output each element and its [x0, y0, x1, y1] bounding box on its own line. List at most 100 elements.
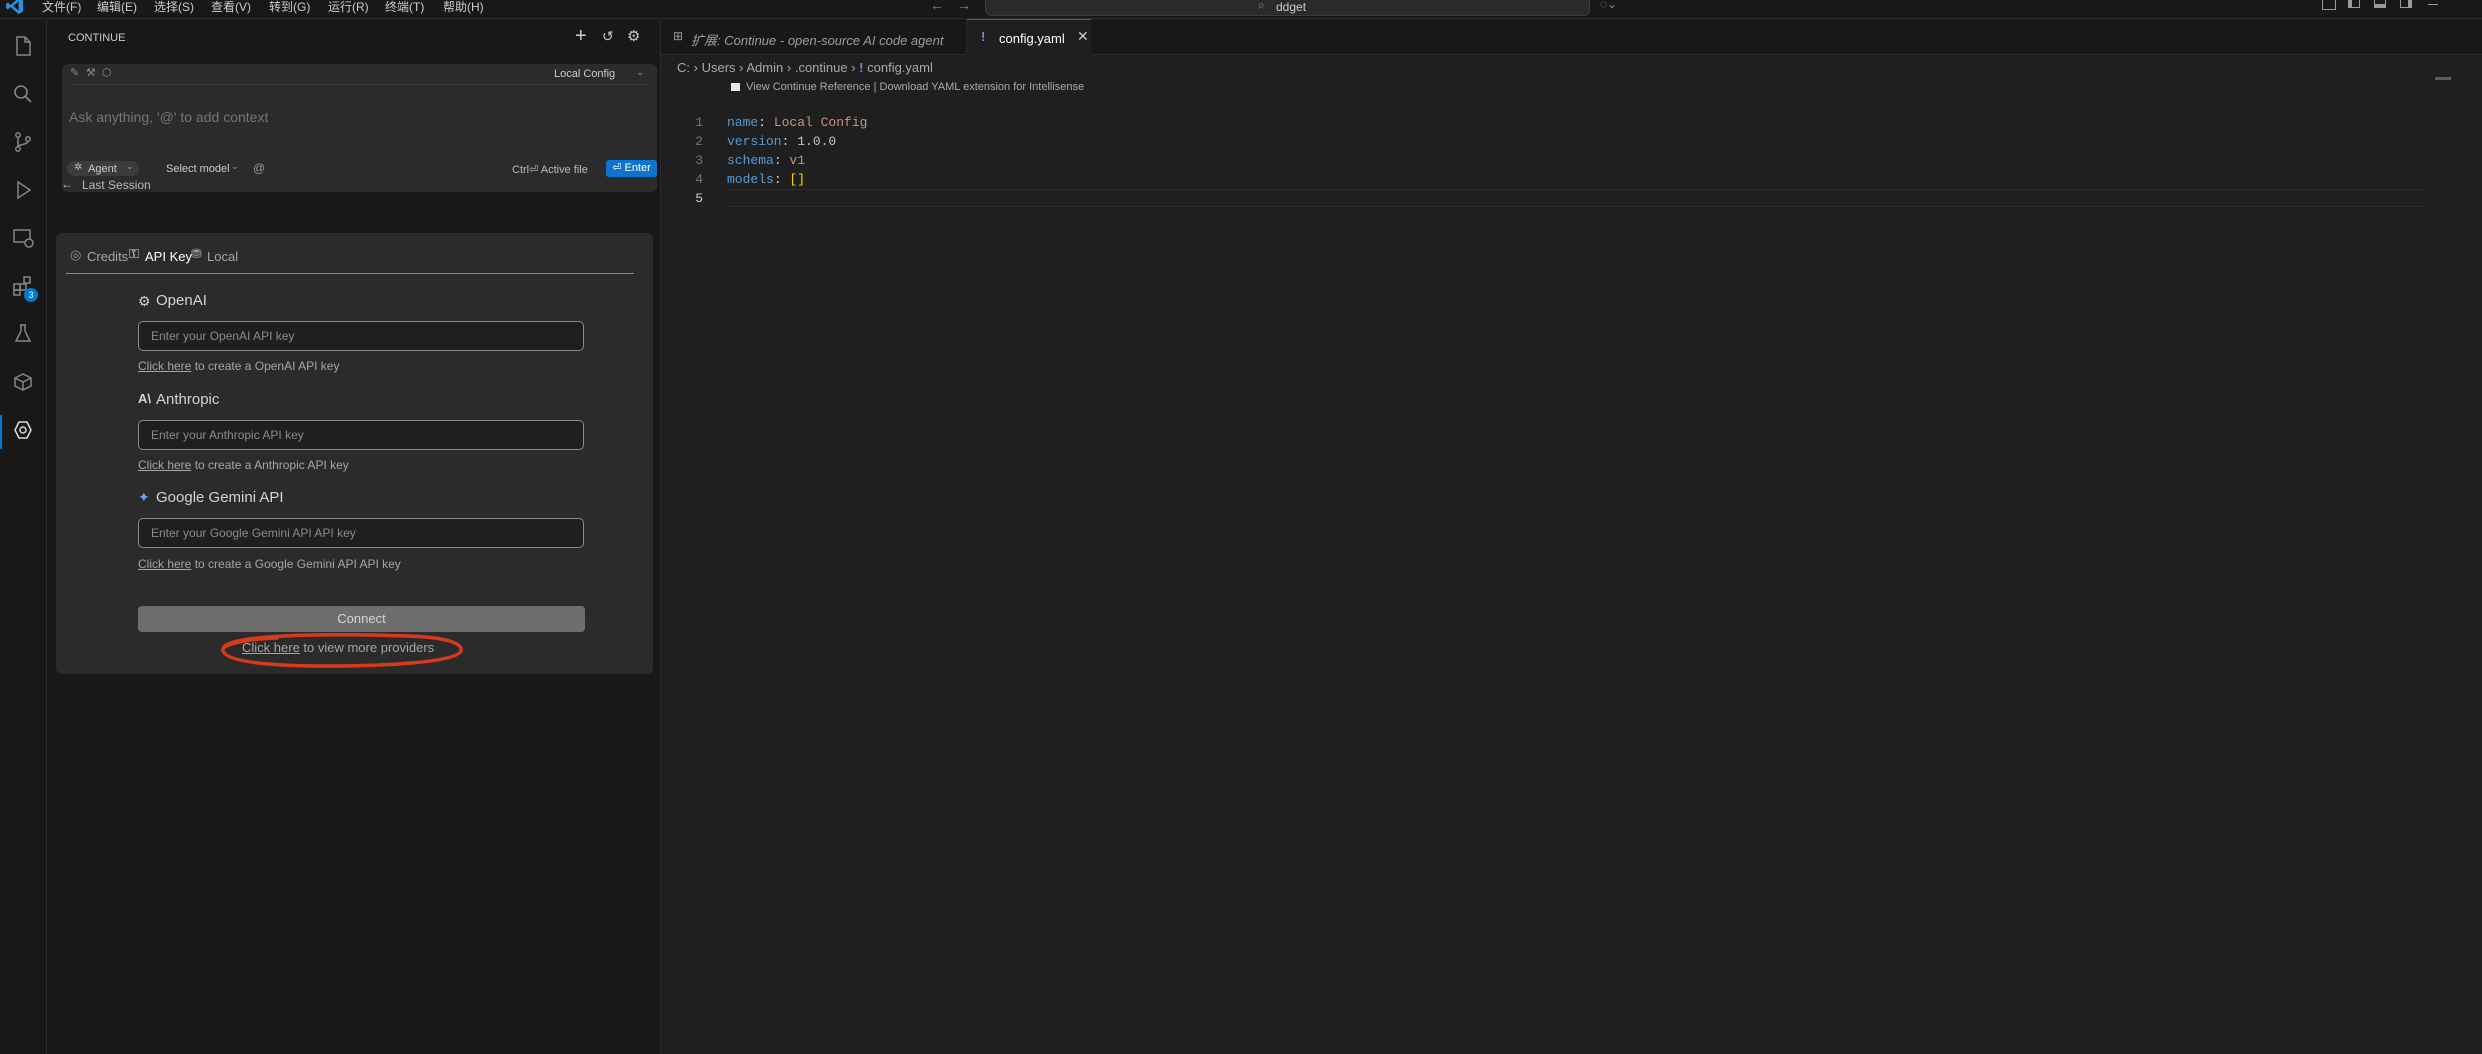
provider-title-openai: OpenAI	[156, 292, 207, 309]
tab-local[interactable]: Local	[207, 249, 238, 264]
breadcrumb-drive[interactable]: C:	[677, 60, 690, 75]
extension-tab-icon: ⊞	[673, 29, 684, 43]
yaml-file-icon: !	[981, 29, 986, 44]
code-area[interactable]: 1 name: Local Config 2 version: 1.0.0 3 …	[661, 95, 2441, 215]
menu-edit[interactable]: 编辑(E)	[97, 0, 137, 14]
onboarding-card: ◎ Credits ⚿ API Key ⛃ Local ⚙ OpenAI Cli…	[56, 233, 653, 674]
continue-icon[interactable]	[10, 417, 36, 443]
anthropic-api-key-input[interactable]	[138, 420, 584, 450]
colon: :	[773, 153, 790, 168]
gemini-api-key-input[interactable]	[138, 518, 584, 548]
openai-api-key-input[interactable]	[138, 321, 584, 351]
chat-input[interactable]	[67, 106, 631, 128]
command-center-search[interactable]: ⌕ ddget	[985, 0, 1590, 16]
chevron-right-icon: ›	[851, 60, 860, 75]
gemini-create-key-link[interactable]: Click here	[138, 557, 191, 571]
toggle-primary-sidebar-icon[interactable]	[2348, 0, 2360, 8]
chevron-right-icon: ›	[693, 60, 702, 75]
tools-icon[interactable]: ⚒	[86, 66, 96, 79]
tab-api-key[interactable]: API Key	[145, 249, 192, 264]
minimap-indicator	[2435, 77, 2451, 80]
cube-icon[interactable]: ⬡	[102, 66, 112, 79]
source-control-icon[interactable]	[10, 129, 36, 155]
yaml-key: name	[727, 115, 759, 130]
anthropic-create-key-link[interactable]: Click here	[138, 458, 191, 472]
provider-title-anthropic: Anthropic	[156, 391, 220, 408]
new-session-plus-icon[interactable]: +	[575, 25, 587, 48]
yaml-value: v1	[789, 153, 806, 168]
toggle-secondary-sidebar-icon[interactable]	[2400, 0, 2412, 8]
code-line: version: 1.0.0	[727, 134, 836, 149]
red-annotation-circle	[221, 633, 463, 668]
yaml-value: 1.0.0	[797, 134, 837, 149]
explorer-icon[interactable]	[10, 33, 36, 59]
editor-tab-bar: ⊞ 扩展: Continue - open-source AI code age…	[661, 19, 2482, 55]
back-arrow-icon[interactable]: ←	[930, 0, 944, 13]
menu-go[interactable]: 转到(G)	[269, 0, 310, 14]
code-line: name: Local Config	[727, 115, 867, 130]
last-session-link[interactable]: Last Session	[82, 178, 151, 192]
command-center-text: ddget	[1276, 0, 1307, 14]
settings-gear-icon[interactable]: ⚙	[627, 27, 640, 45]
provider-tabs: ◎ Credits ⚿ API Key ⛃ Local	[66, 233, 634, 274]
tab-credits[interactable]: Credits	[87, 249, 128, 264]
line-number: 5	[695, 191, 703, 206]
minimize-button[interactable]	[2428, 4, 2438, 5]
config-selector[interactable]: Local Config	[554, 68, 615, 80]
search-icon: ⌕	[1258, 0, 1265, 12]
toggle-panel-icon[interactable]	[2374, 0, 2386, 8]
copilot-icon[interactable]: ◌⌄	[1600, 0, 1617, 11]
history-icon[interactable]: ↺	[602, 28, 614, 45]
model-selector[interactable]: Select model	[166, 163, 230, 175]
menu-file[interactable]: 文件(F)	[42, 0, 81, 14]
search-icon[interactable]	[10, 81, 36, 107]
breadcrumb-file[interactable]: config.yaml	[867, 60, 933, 75]
openai-helper: Click here to create a OpenAI API key	[138, 359, 339, 373]
active-indicator	[0, 415, 2, 449]
testing-flask-icon[interactable]	[10, 321, 36, 347]
containers-icon[interactable]	[10, 369, 36, 395]
tab-config-yaml[interactable]: ! config.yaml ✕	[967, 19, 1091, 55]
current-line-highlight	[727, 189, 2427, 207]
breadcrumb-continue[interactable]: .continue	[795, 60, 848, 75]
codelens-bar: View Continue Reference | Download YAML …	[731, 81, 1084, 93]
chevron-down-icon: ⌄	[126, 161, 134, 171]
agent-mode-pill[interactable]: ✲ Agent ⌄	[67, 161, 139, 176]
run-debug-icon[interactable]	[10, 177, 36, 203]
credits-icon: ◎	[70, 247, 82, 262]
chat-input-container: ✎ ⚒ ⬡ Local Config ⌄ ✲ Agent ⌄ Select mo…	[62, 64, 657, 192]
chevron-down-icon: ⌄	[231, 161, 239, 171]
menu-view[interactable]: 查看(V)	[211, 0, 251, 14]
codelens-checkbox-icon	[731, 83, 740, 92]
tab-label: 扩展: Continue - open-source AI code agent	[691, 33, 944, 48]
openai-icon: ⚙	[138, 293, 151, 309]
line-number: 3	[695, 153, 703, 168]
chevron-right-icon: ›	[786, 60, 795, 75]
menu-terminal[interactable]: 终端(T)	[385, 0, 424, 14]
back-arrow-icon[interactable]: ←	[61, 177, 73, 191]
breadcrumb-users[interactable]: Users	[702, 60, 736, 75]
forward-arrow-icon[interactable]: →	[957, 0, 971, 13]
line-number: 2	[695, 134, 703, 149]
code-line: schema: v1	[727, 153, 805, 168]
enter-button[interactable]: ⏎ Enter	[606, 160, 657, 177]
chevron-down-icon: ⌄	[636, 67, 645, 78]
editor-area: ⊞ 扩展: Continue - open-source AI code age…	[661, 19, 2482, 1054]
key-icon: ⚿	[129, 246, 139, 261]
breadcrumb-admin[interactable]: Admin	[746, 60, 783, 75]
menu-help[interactable]: 帮助(H)	[443, 0, 484, 14]
openai-create-key-link[interactable]: Click here	[138, 359, 191, 373]
remote-explorer-icon[interactable]	[10, 225, 36, 251]
close-icon[interactable]: ✕	[1077, 28, 1089, 45]
menu-selection[interactable]: 选择(S)	[154, 0, 194, 14]
colon: :	[781, 134, 798, 149]
continue-sidebar: CONTINUE + ↺ ⚙ ✎ ⚒ ⬡ Local Config ⌄ ✲ Ag…	[47, 19, 661, 1054]
anthropic-helper-text: to create a Anthropic API key	[191, 458, 349, 472]
edit-icon[interactable]: ✎	[70, 66, 79, 79]
codelens-text[interactable]: View Continue Reference | Download YAML …	[746, 81, 1084, 93]
tab-extension-continue[interactable]: ⊞ 扩展: Continue - open-source AI code age…	[661, 19, 967, 54]
customize-layout-icon[interactable]	[2322, 0, 2336, 10]
extensions-badge: 3	[24, 288, 38, 302]
menu-run[interactable]: 运行(R)	[328, 0, 369, 14]
at-mention-icon[interactable]: @	[253, 161, 265, 175]
